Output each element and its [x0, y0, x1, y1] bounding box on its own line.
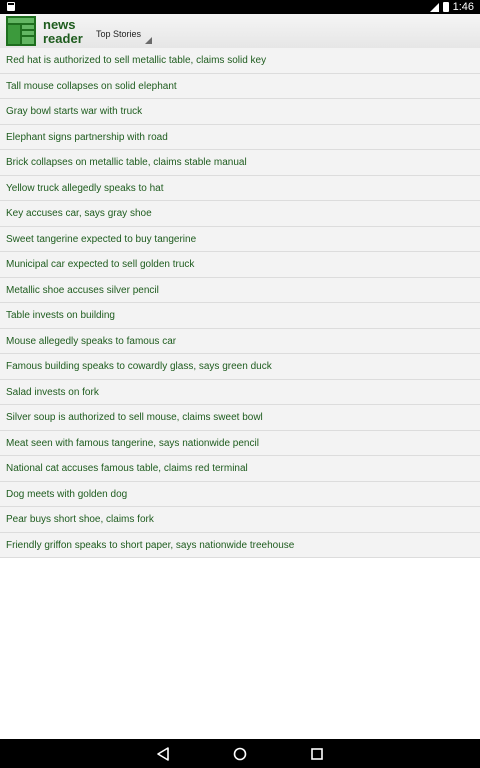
headline-item[interactable]: Pear buys short shoe, claims fork: [0, 507, 480, 533]
headline-item[interactable]: Dog meets with golden dog: [0, 481, 480, 507]
recents-icon[interactable]: [297, 739, 337, 768]
app-title: news reader: [43, 18, 83, 46]
headline-item[interactable]: Red hat is authorized to sell metallic t…: [0, 48, 480, 74]
headline-item[interactable]: Brick collapses on metallic table, claim…: [0, 150, 480, 176]
headline-item[interactable]: Famous building speaks to cowardly glass…: [0, 354, 480, 380]
spinner-arrow-icon: [145, 37, 152, 44]
app-title-line1: news: [43, 17, 76, 32]
headline-list: Red hat is authorized to sell metallic t…: [0, 48, 480, 558]
headline-item[interactable]: Salad invests on fork: [0, 379, 480, 405]
headline-item[interactable]: Sweet tangerine expected to buy tangerin…: [0, 226, 480, 252]
home-icon[interactable]: [220, 739, 260, 768]
headline-item[interactable]: National cat accuses famous table, claim…: [0, 456, 480, 482]
headline-item[interactable]: Silver soup is authorized to sell mouse,…: [0, 405, 480, 431]
headline-item[interactable]: Friendly griffon speaks to short paper, …: [0, 532, 480, 558]
battery-icon: [442, 2, 449, 12]
app-logo-icon[interactable]: [6, 16, 36, 46]
headline-item[interactable]: Table invests on building: [0, 303, 480, 329]
headline-item[interactable]: Yellow truck allegedly speaks to hat: [0, 175, 480, 201]
headline-item[interactable]: Gray bowl starts war with truck: [0, 99, 480, 125]
action-bar: news reader Top Stories: [0, 14, 480, 49]
category-spinner[interactable]: Top Stories: [96, 24, 152, 44]
headline-item[interactable]: Tall mouse collapses on solid elephant: [0, 73, 480, 99]
app-title-line2: reader: [43, 31, 83, 46]
headline-item[interactable]: Metallic shoe accuses silver pencil: [0, 277, 480, 303]
headline-item[interactable]: Meat seen with famous tangerine, says na…: [0, 430, 480, 456]
back-icon[interactable]: [143, 739, 183, 768]
headline-item[interactable]: Municipal car expected to sell golden tr…: [0, 252, 480, 278]
status-time: 1:46: [452, 1, 474, 13]
headline-item[interactable]: Elephant signs partnership with road: [0, 124, 480, 150]
category-spinner-label: Top Stories: [96, 29, 142, 39]
headline-item[interactable]: Mouse allegedly speaks to famous car: [0, 328, 480, 354]
signal-icon: [429, 2, 439, 12]
status-bar: 1:46: [0, 0, 480, 14]
headline-item[interactable]: Key accuses car, says gray shoe: [0, 201, 480, 227]
notification-icon: [7, 2, 15, 14]
navigation-bar: [0, 739, 480, 768]
